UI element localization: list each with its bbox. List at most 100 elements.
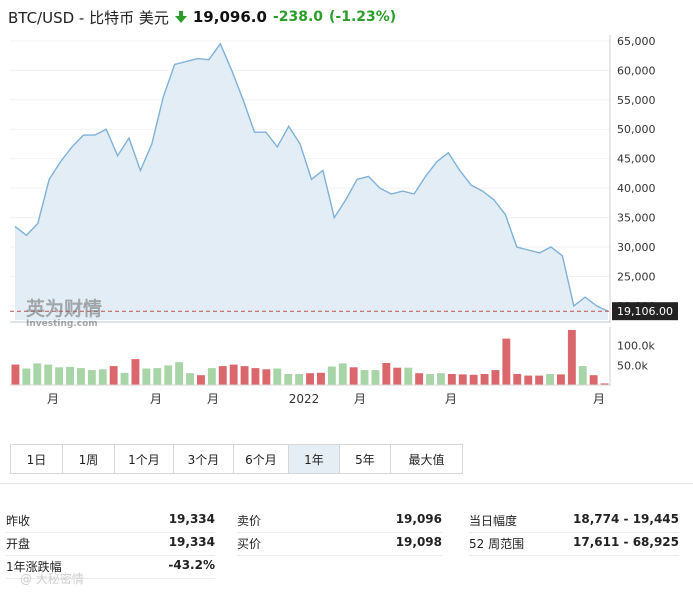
volume-bar — [437, 373, 445, 385]
stat-row-divider — [237, 555, 442, 556]
stat-value: 19,334 — [168, 512, 215, 526]
stat-label: 开盘 — [6, 537, 31, 551]
volume-bar — [186, 373, 194, 385]
volume-bar — [284, 374, 293, 385]
volume-bar — [338, 363, 347, 385]
volume-bar — [513, 374, 522, 385]
volume-bar — [251, 368, 260, 385]
stat-label: 卖价 — [237, 514, 262, 528]
y-tick-label: 45,000 — [617, 153, 656, 166]
volume-bar — [426, 374, 434, 385]
range-button-4[interactable]: 6个月 — [234, 445, 289, 473]
volume-bar — [98, 369, 107, 385]
volume-bar — [404, 367, 413, 385]
range-button-1[interactable]: 1周 — [63, 445, 115, 473]
chart-svg: 65,000 60,000 55,000 50,000 45,000 40,000 35,0… — [10, 35, 678, 406]
x-tick-label: 月 — [47, 392, 59, 406]
volume-bar — [229, 364, 238, 385]
stat-value: 19,098 — [395, 535, 442, 549]
stat-row-divider — [469, 555, 679, 556]
investing-logo-cn: 英为财情 — [26, 297, 102, 320]
stat-label: 昨收 — [6, 514, 31, 528]
stat-value: 19,096 — [395, 512, 442, 526]
stat-row-divider — [237, 532, 442, 533]
volume-bar — [349, 367, 358, 385]
y-tick-label: 25,000 — [617, 270, 656, 283]
x-tick-label: 月 — [207, 392, 219, 406]
price-change: -238.0 — [272, 9, 323, 25]
volume-bar — [371, 370, 380, 385]
footer-watermark: @ 大秘密情 — [20, 572, 84, 586]
volume-bar — [535, 375, 544, 385]
y-tick-label: 30,000 — [617, 241, 656, 254]
down-arrow-icon — [174, 11, 187, 23]
volume-bar — [207, 368, 216, 385]
y-tick-label: 35,000 — [617, 212, 656, 225]
volume-bar — [589, 375, 598, 385]
volume-bar — [44, 364, 53, 385]
price-change-percent: (-1.23%) — [329, 9, 397, 25]
volume-bar — [295, 374, 304, 385]
volume-bar — [458, 374, 467, 385]
price-chart[interactable]: 65,000 60,000 55,000 50,000 45,000 40,000 35,0… — [0, 35, 693, 407]
y-tick-label: 60,000 — [617, 64, 656, 77]
time-range-selector: 1日 1周 1个月 3个月 6个月 1年 5年 最大值 — [10, 444, 463, 474]
stat-label: 买价 — [237, 537, 262, 551]
y-tick-label: 65,000 — [617, 35, 656, 48]
stat-value: 17,611 - 68,925 — [573, 535, 679, 549]
volume-bar — [240, 366, 249, 385]
volume-bar — [33, 363, 42, 385]
volume-bar — [164, 365, 173, 385]
stat-value: 19,334 — [168, 535, 215, 549]
volume-bar — [567, 330, 576, 385]
x-tick-label: 2022 — [289, 392, 320, 406]
volume-bar — [273, 368, 282, 385]
x-tick-label: 月 — [445, 392, 457, 406]
quote-header: BTC/USD - 比特币 美元 19,096.0 -238.0 (-1.23%… — [8, 7, 396, 27]
y-tick-label: 50,000 — [617, 123, 656, 136]
volume-bar — [469, 374, 478, 385]
volume-bar — [415, 373, 424, 385]
range-button-2[interactable]: 1个月 — [115, 445, 174, 473]
volume-bar — [22, 368, 31, 385]
x-tick-label: 月 — [354, 392, 366, 406]
y-tick-label: 55,000 — [617, 94, 656, 107]
range-button-7[interactable]: 最大值 — [391, 445, 462, 473]
volume-tick-label: 50.0k — [617, 359, 648, 372]
range-button-5[interactable]: 1年 — [289, 445, 340, 473]
price-area — [15, 43, 608, 321]
volume-bar — [491, 370, 500, 385]
range-button-0[interactable]: 1日 — [11, 445, 63, 473]
volume-bar — [55, 367, 64, 385]
volume-tick-label: 100.0k — [617, 340, 655, 353]
volume-bar — [87, 370, 96, 385]
volume-bar — [153, 368, 162, 385]
stat-label: 52 周范围 — [469, 537, 525, 551]
volume-bar — [77, 368, 85, 385]
volume-bar — [66, 366, 74, 385]
volume-bar — [142, 368, 151, 385]
x-tick-label: 月 — [593, 392, 605, 406]
volume-bar — [480, 374, 489, 385]
last-price-tag-label: 19,106.00 — [617, 305, 673, 318]
volume-bar — [11, 364, 20, 385]
volume-bar — [382, 363, 391, 385]
range-button-6[interactable]: 5年 — [340, 445, 391, 473]
volume-bar — [175, 362, 184, 385]
volume-bar — [262, 369, 271, 385]
volume-bar — [524, 375, 533, 385]
volume-bar — [109, 366, 118, 385]
stat-row-divider — [469, 532, 679, 533]
volume-bar — [218, 366, 227, 385]
stat-label: 当日幅度 — [469, 514, 518, 528]
volume-bar — [360, 370, 369, 385]
volume-bar — [546, 374, 554, 385]
volume-bar — [447, 374, 456, 385]
stat-row-divider — [6, 532, 215, 533]
volume-bar — [131, 359, 140, 385]
volume-bar — [393, 367, 402, 385]
volume-bar — [327, 366, 336, 385]
x-tick-label: 月 — [150, 392, 162, 406]
volume-bar — [197, 375, 205, 385]
range-button-3[interactable]: 3个月 — [174, 445, 234, 473]
